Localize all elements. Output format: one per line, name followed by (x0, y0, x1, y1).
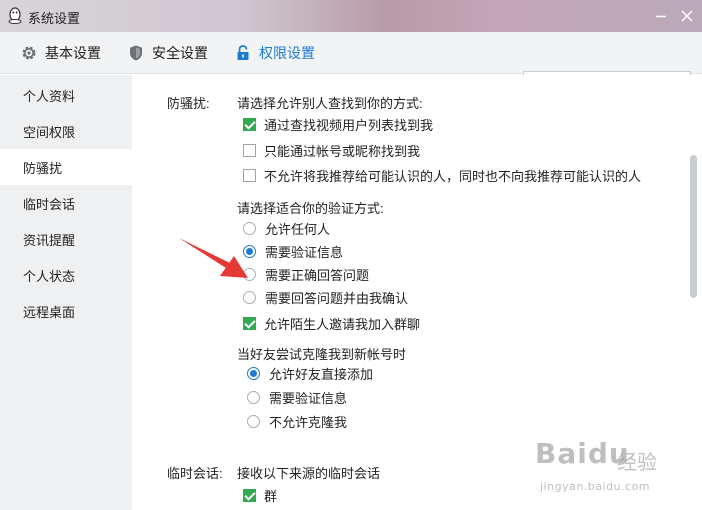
tab-label: 权限设置 (259, 45, 315, 61)
radio-correct-answer[interactable]: 需要正确回答问题 (243, 265, 369, 283)
checkbox-checked[interactable] (243, 117, 256, 131)
watermark-url: jingyan.baidu.com (540, 480, 651, 493)
penguin-icon (8, 7, 22, 24)
find-method-prompt: 请选择允许别人查找到你的方式: (237, 96, 423, 111)
clone-prompt: 当好友尝试克隆我到新帐号时 (237, 347, 407, 362)
option-label: 需要验证信息 (269, 390, 348, 406)
checkbox-temp-session-group[interactable]: 群 (243, 486, 277, 504)
option-label: 只能通过帐号或昵称找到我 (264, 143, 421, 159)
sidebar-item-anti-harassment[interactable]: 防骚扰 (0, 149, 132, 185)
option-label: 群 (264, 488, 278, 504)
sidebar-item-news-alert[interactable]: 资讯提醒 (0, 221, 132, 257)
checkbox-checked[interactable] (243, 316, 256, 330)
tab-basic-settings[interactable]: 基本设置 (20, 32, 101, 74)
settings-sidebar: 个人资料 空间权限 防骚扰 临时会话 资讯提醒 个人状态 远程桌面 (0, 75, 132, 510)
option-label: 允许好友直接添加 (269, 366, 374, 382)
tab-label: 基本设置 (45, 45, 101, 61)
gear-icon (22, 46, 36, 60)
radio-selected[interactable] (247, 366, 260, 380)
watermark-brand: Baidu (535, 437, 630, 470)
window-title: 系统设置 (28, 11, 81, 26)
radio-clone-require-verification[interactable]: 需要验证信息 (247, 388, 347, 406)
title-bar: 系统设置 (0, 0, 702, 32)
option-label: 需要验证信息 (265, 244, 344, 260)
radio-answer-and-confirm[interactable]: 需要回答问题并由我确认 (243, 288, 408, 306)
section-label-anti-harassment: 防骚扰: (167, 96, 210, 111)
radio-unselected[interactable] (243, 290, 256, 304)
close-icon[interactable] (677, 6, 697, 26)
checkbox-no-recommend[interactable]: 不允许将我推荐给可能认识的人，同时也不向我推荐可能认识的人 (243, 166, 641, 184)
watermark-cn: 经验 (617, 450, 657, 474)
checkbox-find-by-video-list[interactable]: 通过查找视频用户列表找到我 (243, 115, 433, 133)
annotation-arrow-icon (179, 238, 248, 278)
radio-unselected[interactable] (243, 221, 256, 235)
option-label: 允许任何人 (265, 221, 331, 237)
tab-security-settings[interactable]: 安全设置 (127, 32, 208, 74)
radio-allow-anyone[interactable]: 允许任何人 (243, 219, 330, 237)
option-label: 允许陌生人邀请我加入群聊 (264, 316, 421, 332)
option-label: 通过查找视频用户列表找到我 (264, 117, 434, 133)
radio-disallow-clone[interactable]: 不允许克隆我 (247, 412, 347, 430)
radio-allow-direct-add[interactable]: 允许好友直接添加 (247, 364, 373, 382)
settings-tab-bar: 基本设置 安全设置 权限设置 (0, 32, 702, 97)
checkbox-allow-group-invite[interactable]: 允许陌生人邀请我加入群聊 (243, 314, 420, 332)
option-label: 需要回答问题并由我确认 (265, 290, 409, 306)
sidebar-item-temp-session[interactable]: 临时会话 (0, 185, 132, 221)
radio-require-verification[interactable]: 需要验证信息 (243, 242, 343, 260)
sidebar-item-space-permission[interactable]: 空间权限 (0, 113, 132, 149)
scrollbar-thumb[interactable] (690, 155, 697, 298)
temp-session-prompt: 接收以下来源的临时会话 (237, 466, 381, 481)
option-label: 不允许将我推荐给可能认识的人，同时也不向我推荐可能认识的人 (264, 168, 642, 184)
option-label: 不允许克隆我 (269, 414, 348, 430)
radio-unselected[interactable] (247, 414, 260, 428)
lock-icon (237, 45, 249, 60)
checkbox-find-by-account-only[interactable]: 只能通过帐号或昵称找到我 (243, 141, 420, 159)
sidebar-item-profile[interactable]: 个人资料 (0, 77, 132, 113)
sidebar-item-personal-status[interactable]: 个人状态 (0, 257, 132, 293)
checkbox-checked[interactable] (243, 488, 256, 502)
checkbox-unchecked[interactable] (243, 143, 256, 157)
minimize-icon[interactable] (651, 6, 671, 26)
radio-unselected[interactable] (247, 390, 260, 404)
verify-method-prompt: 请选择适合你的验证方式: (237, 201, 384, 216)
section-label-temp-session: 临时会话: (167, 466, 223, 481)
baidu-watermark: Baidu 经验 jingyan.baidu.com (535, 437, 695, 499)
tab-permission-settings[interactable]: 权限设置 (234, 32, 315, 74)
shield-icon (130, 45, 142, 61)
sidebar-item-remote-desktop[interactable]: 远程桌面 (0, 293, 132, 329)
option-label: 需要正确回答问题 (265, 267, 370, 283)
checkbox-unchecked[interactable] (243, 168, 256, 182)
tab-label: 安全设置 (152, 45, 208, 61)
